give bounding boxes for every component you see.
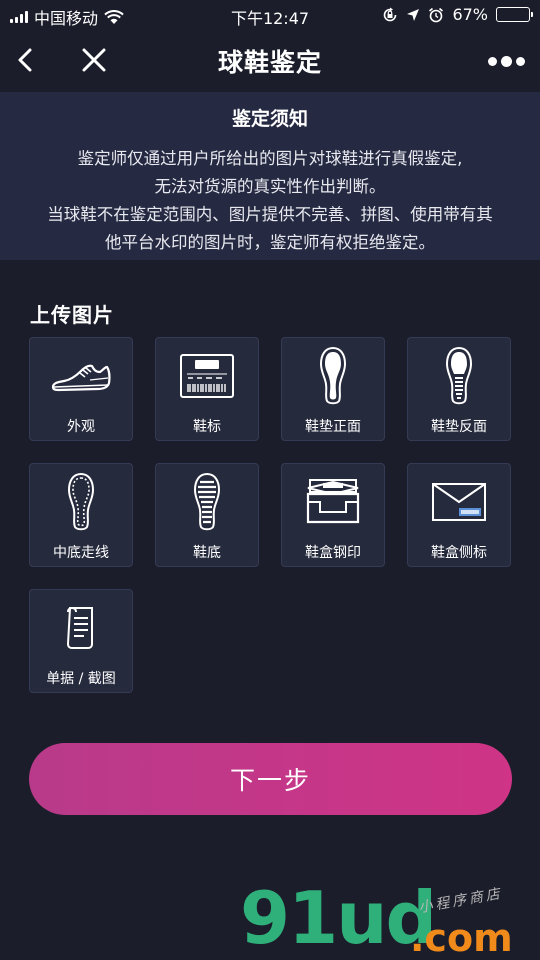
watermark: 91ud 小程序商店 .com xyxy=(240,880,540,960)
upload-tile-label: 鞋垫正面 xyxy=(305,419,361,435)
shoebox-icon xyxy=(306,479,360,524)
shoe-tag-icon xyxy=(180,354,234,398)
notice-panel: 鉴定须知 鉴定师仅通过用户所给出的图片对球鞋进行真假鉴定, 无法对货源的真实性作… xyxy=(0,92,540,260)
orientation-lock-icon xyxy=(384,7,397,21)
upload-tile-label: 单据 / 截图 xyxy=(46,671,116,687)
alarm-icon xyxy=(429,7,444,22)
watermark-domain: .com xyxy=(410,916,513,960)
battery-percent: 67% xyxy=(452,5,488,24)
upload-tile-label: 鞋盒钢印 xyxy=(305,545,361,561)
upload-tile-outsole[interactable]: 鞋底 xyxy=(155,463,259,567)
insole-front-icon xyxy=(319,346,347,405)
notice-title: 鉴定须知 xyxy=(231,108,308,130)
notice-line: 他平台水印的图片时，鉴定师有权拒绝鉴定。 xyxy=(105,233,435,252)
close-icon xyxy=(82,48,106,72)
upload-tile-label: 鞋盒侧标 xyxy=(431,545,487,561)
insole-back-icon xyxy=(445,346,473,405)
notice-body: 鉴定师仅通过用户所给出的图片对球鞋进行真假鉴定, 无法对货源的真实性作出判断。 … xyxy=(0,145,540,257)
upload-tile-insole-front[interactable]: 鞋垫正面 xyxy=(281,337,385,441)
more-dot-icon xyxy=(487,56,497,66)
upload-tile-shoebox-stamp[interactable]: 鞋盒钢印 xyxy=(281,463,385,567)
notice-line: 鉴定师仅通过用户所给出的图片对球鞋进行真假鉴定, xyxy=(77,149,463,168)
upload-tile-label: 外观 xyxy=(67,419,95,435)
box-side-label-icon xyxy=(432,483,486,521)
upload-tile-receipt[interactable]: 单据 / 截图 xyxy=(29,589,133,693)
status-bar: 中国移动 下午12:47 67% xyxy=(0,0,540,30)
close-button[interactable] xyxy=(76,42,112,78)
outsole-icon xyxy=(193,472,221,531)
upload-tile-label: 鞋底 xyxy=(193,545,221,561)
sneaker-icon xyxy=(51,364,111,392)
upload-tile-appearance[interactable]: 外观 xyxy=(29,337,133,441)
upload-tile-midsole-stitch[interactable]: 中底走线 xyxy=(29,463,133,567)
receipt-icon xyxy=(66,606,93,649)
notice-line: 当球鞋不在鉴定范围内、图片提供不完善、拼图、使用带有其 xyxy=(47,205,493,224)
watermark-logo: 91ud xyxy=(240,876,437,960)
upload-tile-label: 中底走线 xyxy=(53,545,109,561)
notice-line: 无法对货源的真实性作出判断。 xyxy=(154,177,386,196)
upload-tile-shoe-tag[interactable]: 鞋标 xyxy=(155,337,259,441)
location-icon xyxy=(407,8,420,21)
upload-tile-insole-back[interactable]: 鞋垫反面 xyxy=(407,337,511,441)
more-dot-icon xyxy=(515,56,525,66)
upload-section-title: 上传图片 xyxy=(30,303,114,327)
back-button[interactable] xyxy=(10,42,46,78)
battery-icon xyxy=(496,7,533,22)
midsole-stitch-icon xyxy=(67,472,95,531)
nav-bar: 球鞋鉴定 xyxy=(0,30,540,92)
upload-tile-label: 鞋垫反面 xyxy=(431,419,487,435)
upload-tile-label: 鞋标 xyxy=(193,419,221,435)
chevron-left-icon xyxy=(18,48,32,72)
more-button[interactable] xyxy=(486,44,526,78)
next-step-button[interactable]: 下一步 xyxy=(29,743,512,815)
more-dot-icon xyxy=(500,55,512,67)
upload-tile-box-side-label[interactable]: 鞋盒侧标 xyxy=(407,463,511,567)
